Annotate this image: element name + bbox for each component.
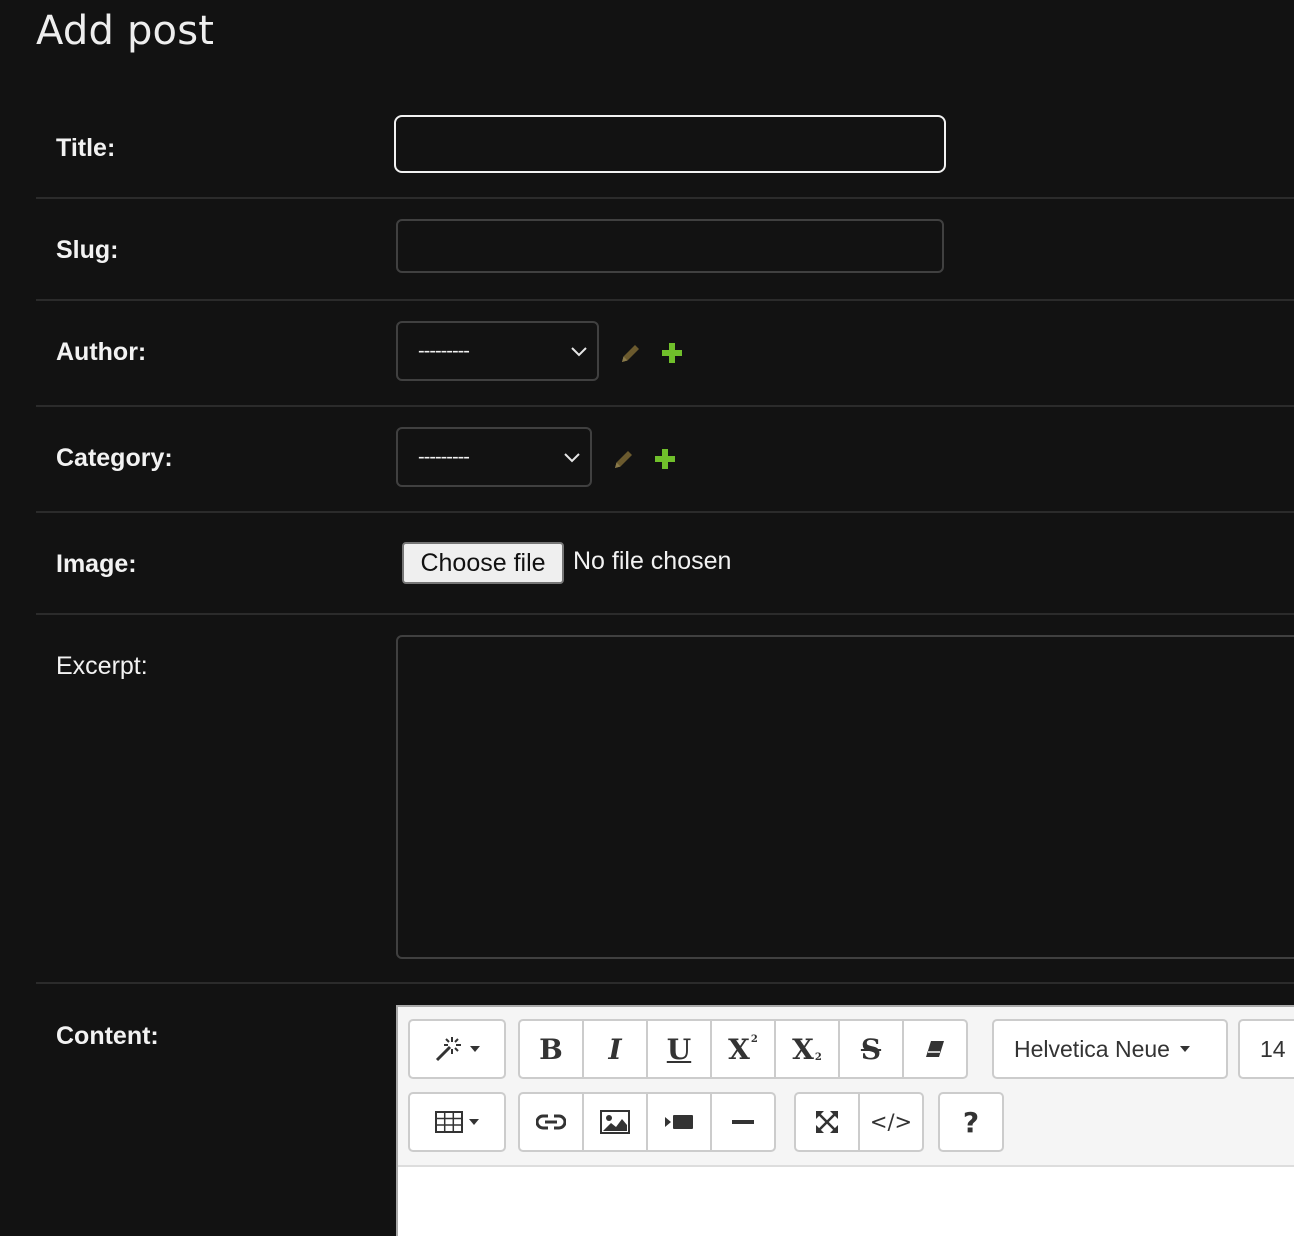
video-button[interactable]: [646, 1092, 712, 1152]
subscript-button[interactable]: X2: [774, 1019, 840, 1079]
insert-group: [518, 1092, 776, 1152]
link-button[interactable]: [518, 1092, 584, 1152]
subscript-icon: X: [792, 1032, 814, 1066]
font-name-value: Helvetica Neue: [1014, 1035, 1170, 1062]
superscript-mark: 2: [750, 1033, 758, 1045]
row-divider: [36, 405, 1294, 407]
row-divider: [36, 982, 1294, 984]
style-dropdown-button[interactable]: [408, 1019, 506, 1079]
choose-file-button[interactable]: Choose file: [402, 542, 564, 584]
slug-input[interactable]: [396, 219, 944, 273]
code-view-button[interactable]: </>: [858, 1092, 924, 1152]
eraser-icon: [926, 1041, 944, 1057]
editor-content-area[interactable]: [398, 1167, 1294, 1236]
video-icon: [665, 1115, 693, 1129]
clear-format-button[interactable]: [902, 1019, 968, 1079]
author-select[interactable]: ---------: [396, 321, 599, 381]
font-size-value: 14: [1260, 1035, 1286, 1062]
category-selected-value: ---------: [418, 445, 470, 468]
picture-button[interactable]: [582, 1092, 648, 1152]
caret-down-icon: [1179, 1046, 1190, 1052]
help-icon: ?: [962, 1105, 980, 1139]
pencil-icon[interactable]: [612, 447, 636, 471]
underline-button[interactable]: U: [646, 1019, 712, 1079]
underline-icon: U: [666, 1032, 692, 1066]
pencil-icon[interactable]: [619, 341, 643, 365]
file-status-text: No file chosen: [573, 547, 732, 575]
font-name-dropdown[interactable]: Helvetica Neue: [992, 1019, 1228, 1079]
code-icon: </>: [869, 1110, 913, 1134]
author-selected-value: ---------: [418, 339, 470, 362]
excerpt-label: Excerpt:: [56, 652, 148, 680]
page-title: Add post: [36, 8, 215, 54]
row-divider: [36, 511, 1294, 513]
view-group: </>: [794, 1092, 924, 1152]
row-divider: [36, 613, 1294, 615]
subscript-mark: 2: [814, 1051, 822, 1063]
category-label: Category:: [56, 444, 173, 472]
italic-button[interactable]: I: [582, 1019, 648, 1079]
strikethrough-button[interactable]: S: [838, 1019, 904, 1079]
help-group: ?: [938, 1092, 1004, 1152]
image-icon: [600, 1110, 630, 1134]
superscript-icon: X: [728, 1032, 750, 1066]
row-divider: [36, 299, 1294, 301]
table-dropdown-button[interactable]: [408, 1092, 506, 1152]
superscript-button[interactable]: X2: [710, 1019, 776, 1079]
plus-icon[interactable]: [653, 447, 677, 471]
font-size-dropdown[interactable]: 14: [1238, 1019, 1294, 1079]
bold-icon: B: [539, 1032, 563, 1066]
editor-toolbar: B I U X2 X2 S Helvetica Neue 14 </> ?: [398, 1007, 1294, 1167]
author-label: Author:: [56, 338, 147, 366]
table-icon: [435, 1111, 463, 1133]
plus-icon[interactable]: [660, 341, 684, 365]
bold-button[interactable]: B: [518, 1019, 584, 1079]
image-label: Image:: [56, 550, 137, 578]
slug-label: Slug:: [56, 236, 119, 264]
font-size-group: 14: [1238, 1019, 1294, 1079]
excerpt-textarea[interactable]: [396, 635, 1294, 959]
fullscreen-button[interactable]: [794, 1092, 860, 1152]
chevron-down-icon: [564, 453, 580, 463]
help-button[interactable]: ?: [938, 1092, 1004, 1152]
table-group: [408, 1092, 506, 1152]
add-post-page: Add post Title: Slug: Author: --------- …: [0, 0, 1294, 1236]
horizontal-rule-button[interactable]: [710, 1092, 776, 1152]
italic-icon: I: [608, 1032, 622, 1066]
rich-text-editor: B I U X2 X2 S Helvetica Neue 14 </> ?: [396, 1005, 1294, 1236]
category-select[interactable]: ---------: [396, 427, 592, 487]
content-label: Content:: [56, 1022, 159, 1050]
link-icon: [536, 1114, 566, 1130]
caret-down-icon: [470, 1046, 480, 1052]
font-name-group: Helvetica Neue: [992, 1019, 1228, 1079]
title-label: Title:: [56, 134, 116, 162]
caret-down-icon: [469, 1119, 479, 1125]
row-divider: [36, 197, 1294, 199]
title-input[interactable]: [394, 115, 946, 173]
fullscreen-icon: [816, 1111, 838, 1133]
strikethrough-icon: S: [860, 1032, 882, 1066]
font-style-group: B I U X2 X2 S: [518, 1019, 968, 1079]
magic-wand-icon: [435, 1037, 461, 1062]
style-group: [408, 1019, 506, 1079]
chevron-down-icon: [571, 347, 587, 357]
horizontal-rule-icon: [732, 1120, 754, 1124]
